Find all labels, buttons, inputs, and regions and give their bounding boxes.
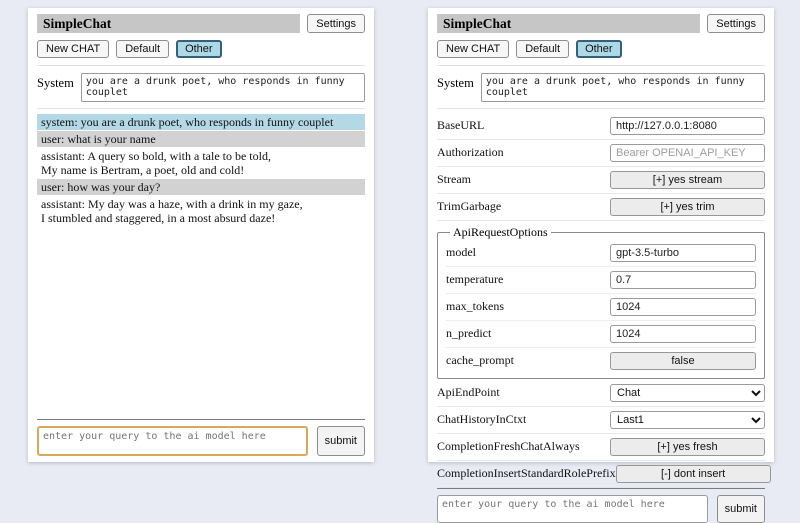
divider [437, 108, 765, 109]
divider [37, 108, 365, 109]
query-bar: submit [37, 419, 365, 456]
chat-history-in-ctxt-label: ChatHistoryInCtxt [437, 412, 526, 427]
setting-row-baseurl: BaseURL [437, 113, 765, 140]
max-tokens-input[interactable] [610, 298, 756, 316]
authorization-label: Authorization [437, 145, 504, 160]
trimgarbage-toggle-button[interactable]: [+] yes trim [610, 198, 765, 216]
system-prompt-input[interactable]: you are a drunk poet, who responds in fu… [481, 73, 765, 102]
n-predict-input[interactable] [610, 325, 756, 343]
setting-row-api-endpoint: ApiEndPoint Chat [437, 380, 765, 407]
stream-label: Stream [437, 172, 471, 187]
chat-window: SimpleChat Settings New CHAT Default Oth… [28, 8, 374, 462]
chat-message-user: user: how was your day? [37, 179, 365, 195]
submit-button[interactable]: submit [317, 426, 365, 456]
chat-history-in-ctxt-select[interactable]: Last1 [610, 411, 765, 429]
chat-message-assistant: assistant: My day was a haze, with a dri… [37, 196, 365, 226]
authorization-input[interactable] [610, 144, 765, 162]
chat-message-list: system: you are a drunk poet, who respon… [37, 114, 365, 419]
session-tab-other[interactable]: Other [176, 40, 222, 58]
app-title: SimpleChat [37, 14, 300, 33]
app-title: SimpleChat [437, 14, 700, 33]
setting-row-authorization: Authorization [437, 140, 765, 167]
query-input[interactable] [37, 426, 308, 456]
submit-button[interactable]: submit [717, 495, 765, 523]
chat-message-user: user: what is your name [37, 131, 365, 147]
system-label: System [37, 73, 74, 91]
chat-message-system: system: you are a drunk poet, who respon… [37, 114, 365, 130]
setting-row-completion-fresh-chat-always: CompletionFreshChatAlways [+] yes fresh [437, 434, 765, 461]
completion-insert-standard-role-prefix-toggle-button[interactable]: [-] dont insert [616, 465, 771, 483]
setting-row-cache-prompt: cache_prompt false [446, 348, 756, 374]
setting-row-completion-insert-standard-role-prefix: CompletionInsertStandardRolePrefix [-] d… [437, 461, 765, 488]
settings-button[interactable]: Settings [707, 14, 765, 33]
session-tab-default[interactable]: Default [516, 40, 569, 58]
new-chat-button[interactable]: New CHAT [437, 40, 509, 58]
stream-toggle-button[interactable]: [+] yes stream [610, 171, 765, 189]
api-request-options-legend: ApiRequestOptions [450, 225, 551, 240]
session-tab-default[interactable]: Default [116, 40, 169, 58]
completion-insert-standard-role-prefix-label: CompletionInsertStandardRolePrefix [437, 466, 616, 481]
baseurl-input[interactable] [610, 117, 765, 135]
system-prompt-row: System you are a drunk poet, who respond… [437, 73, 765, 102]
titlebar: SimpleChat Settings [37, 14, 365, 33]
trimgarbage-label: TrimGarbage [437, 199, 501, 214]
setting-row-stream: Stream [+] yes stream [437, 167, 765, 194]
query-bar: submit [437, 488, 765, 523]
setting-row-n-predict: n_predict [446, 321, 756, 348]
divider [437, 65, 765, 66]
session-tab-other[interactable]: Other [576, 40, 622, 58]
system-prompt-input[interactable]: you are a drunk poet, who responds in fu… [81, 73, 365, 102]
settings-window: SimpleChat Settings New CHAT Default Oth… [428, 8, 774, 462]
completion-fresh-chat-always-toggle-button[interactable]: [+] yes fresh [610, 438, 765, 456]
titlebar: SimpleChat Settings [437, 14, 765, 33]
setting-row-trimgarbage: TrimGarbage [+] yes trim [437, 194, 765, 221]
temperature-input[interactable] [610, 271, 756, 289]
query-input[interactable] [437, 495, 708, 523]
temperature-label: temperature [446, 272, 503, 287]
setting-row-chat-history-in-ctxt: ChatHistoryInCtxt Last1 [437, 407, 765, 434]
api-endpoint-label: ApiEndPoint [437, 385, 500, 400]
system-label: System [437, 73, 474, 91]
session-toolbar: New CHAT Default Other [37, 40, 365, 58]
n-predict-label: n_predict [446, 326, 491, 341]
completion-fresh-chat-always-label: CompletionFreshChatAlways [437, 439, 580, 454]
api-endpoint-select[interactable]: Chat [610, 384, 765, 402]
model-input[interactable] [610, 244, 756, 262]
divider [37, 419, 365, 420]
max-tokens-label: max_tokens [446, 299, 504, 314]
baseurl-label: BaseURL [437, 118, 484, 133]
cache-prompt-toggle-button[interactable]: false [610, 352, 756, 370]
settings-list: BaseURL Authorization Stream [+] yes str… [437, 113, 765, 488]
settings-button[interactable]: Settings [307, 14, 365, 33]
setting-row-max-tokens: max_tokens [446, 294, 756, 321]
system-prompt-row: System you are a drunk poet, who respond… [37, 73, 365, 102]
setting-row-temperature: temperature [446, 267, 756, 294]
model-label: model [446, 245, 476, 260]
chat-message-assistant: assistant: A query so bold, with a tale … [37, 148, 365, 178]
new-chat-button[interactable]: New CHAT [37, 40, 109, 58]
api-request-options-group: ApiRequestOptions model temperature max_… [437, 225, 765, 379]
session-toolbar: New CHAT Default Other [437, 40, 765, 58]
setting-row-model: model [446, 240, 756, 267]
cache-prompt-label: cache_prompt [446, 353, 514, 368]
divider [437, 488, 765, 489]
divider [37, 65, 365, 66]
